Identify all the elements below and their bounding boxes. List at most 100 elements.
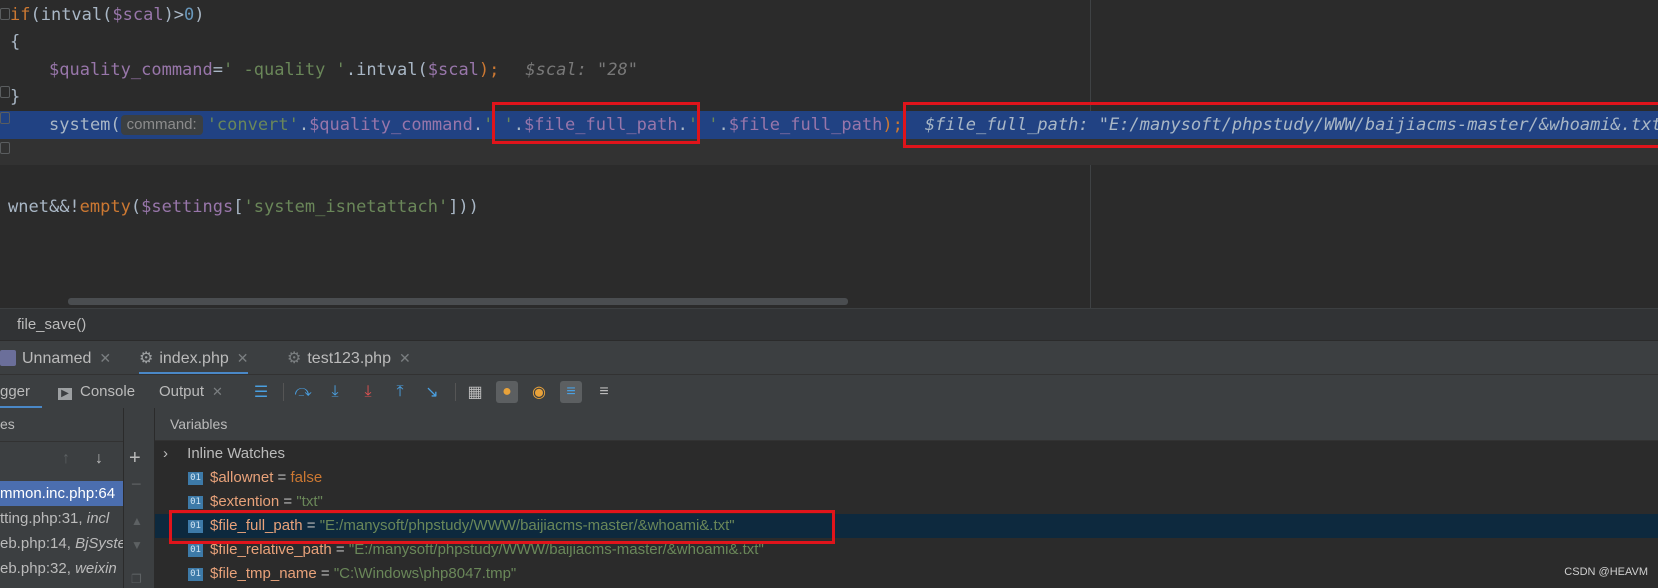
code-variable: $quality_command (49, 60, 213, 80)
code-line-quality-command[interactable]: $quality_command=' -quality '.intval($sc… (49, 57, 638, 83)
console-icon: ▶ (58, 388, 72, 400)
fold-marker-icon[interactable] (0, 112, 10, 124)
add-to-list-icon[interactable]: ≡ (593, 381, 615, 403)
code-variable: $quality_command (309, 115, 473, 135)
close-icon[interactable]: ✕ (399, 350, 411, 366)
inline-debug-value: $scal: "28" (525, 60, 638, 80)
variable-value: "txt" (296, 493, 323, 510)
add-watch-icon[interactable]: + (129, 448, 141, 468)
gear-icon: ⚙ (287, 350, 302, 367)
evaluate-expression-icon[interactable]: ▦ (464, 381, 486, 403)
frame-function: weixin (75, 560, 117, 577)
code-text: = (212, 60, 224, 80)
code-string: 'convert' (206, 115, 299, 135)
watermark: CSDN @HEAVM (1564, 566, 1648, 578)
frames-pane: es ↑ ↓ mmon.inc.php:64 tting.php:31, inc… (0, 408, 124, 588)
inline-watches-node[interactable]: › Inline Watches (155, 442, 1658, 466)
debug-session-tabs: Unnamed ✕ ⚙ index.php ✕ ⚙ test123.php ✕ (0, 340, 1658, 375)
breadcrumb-function[interactable]: file_save() (17, 316, 86, 333)
code-variable: $scal (427, 60, 479, 80)
close-icon[interactable]: ✕ (99, 350, 111, 366)
variable-row[interactable]: 01 $file_tmp_name = "C:\Windows\php8047.t… (155, 562, 1658, 586)
equals-sign: = (316, 565, 334, 582)
tab-label: gger (0, 383, 31, 400)
frame-file: mmon.inc.php:64 (0, 485, 116, 502)
step-into-icon[interactable]: ⤓ (324, 381, 346, 403)
equals-sign: = (273, 469, 291, 486)
break-on-exception-icon[interactable]: ● (496, 381, 518, 403)
variable-type-icon: 01 (188, 543, 203, 557)
duplicate-icon[interactable]: ❐ (131, 572, 142, 586)
php-icon (0, 350, 16, 366)
frame-function: BjSyste (75, 535, 123, 552)
code-text: } (10, 87, 21, 107)
show-values-inline-icon[interactable]: ≡ (560, 381, 582, 403)
chevron-right-icon[interactable]: › (163, 442, 173, 466)
horizontal-scrollbar[interactable] (68, 298, 848, 305)
code-string: 'system_isnetattach' (243, 197, 449, 217)
tab-index-php[interactable]: ⚙ index.php ✕ (139, 341, 249, 375)
code-line-empty-check[interactable]: wnet&&!empty($settings['system_isnetatta… (8, 194, 479, 220)
code-text: { (10, 32, 21, 52)
code-text: . (472, 115, 484, 135)
code-text: ); (478, 60, 500, 80)
fold-marker-icon[interactable] (0, 8, 10, 20)
tab-label: Console (80, 383, 136, 400)
variable-type-icon: 01 (188, 471, 203, 485)
code-line-open-brace[interactable]: { (10, 29, 20, 55)
close-icon[interactable]: ✕ (212, 384, 223, 399)
tab-test123-php[interactable]: ⚙ test123.php ✕ (287, 341, 411, 375)
tab-console[interactable]: ▶ Console (58, 375, 135, 409)
move-down-icon[interactable]: ▼ (131, 538, 143, 552)
code-text: . (718, 115, 729, 135)
code-variable: $scal (112, 5, 164, 25)
tab-label: index.php (159, 350, 229, 367)
watch-icon[interactable]: ◉ (528, 381, 550, 403)
frame-file: eb.php:14, (0, 535, 76, 552)
frame-row[interactable]: mmon.inc.php:64 (0, 481, 123, 506)
code-text: &&! (48, 197, 80, 217)
code-string: ' -quality ' (223, 60, 346, 80)
gear-icon: ⚙ (139, 350, 154, 367)
frame-row[interactable]: eb.php:32, weixin (0, 556, 123, 581)
variable-type-icon: 01 (188, 567, 203, 581)
fold-marker-icon[interactable] (0, 86, 10, 98)
tab-label: test123.php (307, 350, 391, 367)
variable-row[interactable]: 01 $allownet = false (155, 466, 1658, 490)
frame-row[interactable]: tting.php:31, incl (0, 506, 123, 531)
code-function: empty (79, 197, 131, 217)
highlight-box-debug-value (903, 102, 1658, 148)
keyword-if: if (10, 5, 31, 25)
highlight-box-variable (169, 510, 835, 544)
code-line-close-brace[interactable]: } (10, 84, 20, 110)
breadcrumb: file_save() (0, 308, 1658, 340)
tab-output[interactable]: Output ✕ (159, 375, 223, 409)
code-function: system( (49, 115, 121, 135)
menu-icon[interactable]: ☰ (250, 381, 272, 403)
code-number: 0 (184, 5, 195, 25)
variables-header: Variables (155, 408, 1658, 441)
frame-file: tting.php:31, (0, 510, 87, 527)
step-out-icon[interactable]: ⤒ (389, 381, 411, 403)
tab-debugger[interactable]: gger (0, 375, 42, 409)
fold-marker-icon[interactable] (0, 142, 10, 154)
code-text: ])) (448, 197, 479, 217)
frame-file: eb.php:32, (0, 560, 76, 577)
move-up-icon[interactable]: ▲ (131, 514, 143, 528)
arrow-down-icon[interactable]: ↓ (95, 450, 103, 468)
highlight-box-file-path-arg (492, 102, 700, 144)
code-text: )> (163, 5, 185, 25)
tab-unnamed[interactable]: Unnamed ✕ (0, 341, 111, 375)
remove-watch-icon[interactable]: − (131, 474, 142, 495)
close-icon[interactable]: ✕ (237, 350, 249, 366)
code-line-if[interactable]: if(intval($scal)>0) (10, 2, 205, 28)
code-editor[interactable]: if(intval($scal)>0) { $quality_command='… (0, 0, 1658, 308)
code-text: ); (882, 115, 903, 135)
code-text: [ (233, 197, 244, 217)
arrow-up-icon[interactable]: ↑ (62, 450, 70, 468)
force-step-into-icon[interactable]: ⤓ (357, 381, 379, 403)
run-to-cursor-icon[interactable]: ↘ (421, 381, 443, 403)
variables-side-toolbar: + − ▲ ▼ ❐ (124, 408, 155, 588)
frame-row[interactable]: eb.php:14, BjSyste (0, 531, 123, 556)
show-execution-point-icon[interactable]: ⤼ (292, 381, 314, 403)
